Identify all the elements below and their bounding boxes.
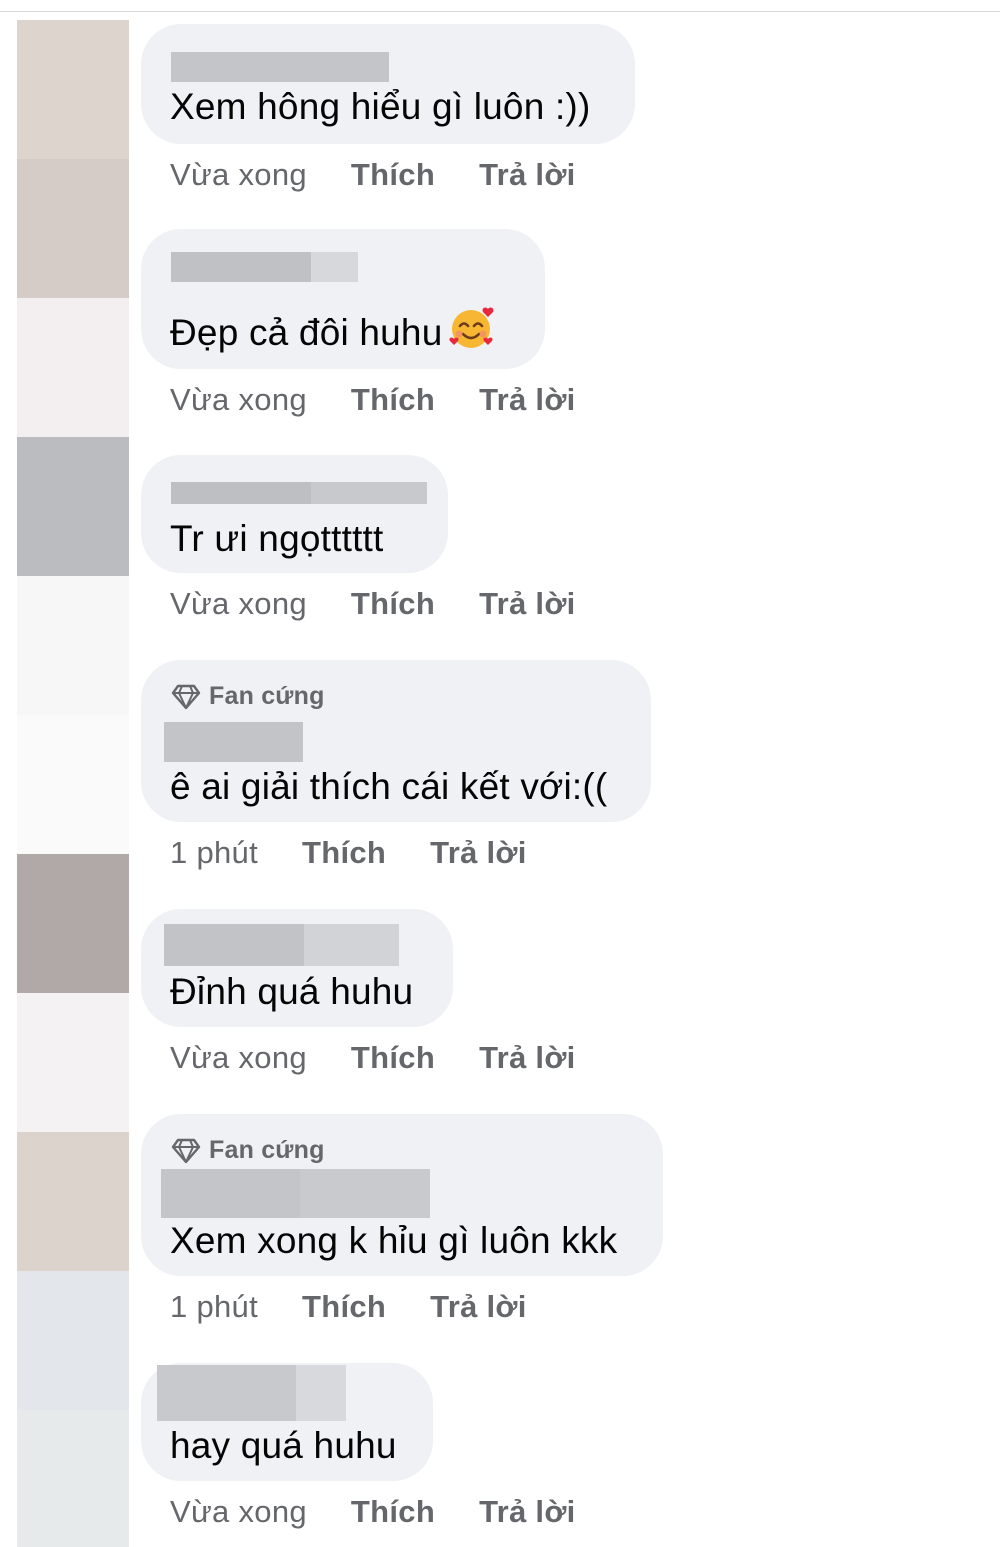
comment-actions: 1 phút Thích Trả lời [170,835,527,871]
comment-text: Đỉnh quá huhu [170,971,414,1012]
comment-time: Vừa xong [170,586,307,621]
comment-text: Xem xong k hỉu gì luôn kkk [170,1220,618,1261]
comment-actions: Vừa xong Thích Trả lời [170,1494,576,1530]
reply-button[interactable]: Trả lời [479,1494,576,1530]
comment-text-row: Đẹp cả đôi huhu [170,305,496,360]
comment-text: Xem hông hiểu gì luôn :)) [170,86,591,127]
like-button[interactable]: Thích [351,382,435,418]
blurred-author-name [161,1169,430,1218]
diamond-icon [171,1138,201,1163]
comment-bubble[interactable]: Fan cứng Xem xong k hỉu gì luôn kkk [141,1114,663,1276]
comment-bubble[interactable]: hay quá huhu [141,1363,433,1481]
comment-actions: Vừa xong Thích Trả lời [170,1040,576,1076]
avatar-blur-block [17,854,129,993]
comment-item: Xem hông hiểu gì luôn :)) Vừa xong Thích… [141,24,635,192]
blurred-author-name [164,924,399,966]
comment-item: Đẹp cả đôi huhu Vừa xong Thích Trả lời [141,229,575,417]
comment-time: Vừa xong [170,1494,307,1529]
comment-text: Tr ưi ngọtttttt [170,518,384,559]
blurred-author-name [171,52,389,82]
blurred-author-name [157,1365,346,1421]
comment-actions: Vừa xong Thích Trả lời [170,586,576,622]
like-button[interactable]: Thích [351,1494,435,1530]
avatar-blur-block [17,1410,129,1547]
comment-item: hay quá huhu Vừa xong Thích Trả lời [141,1363,575,1529]
comment-item: Fan cứng Xem xong k hỉu gì luôn kkk 1 ph… [141,1114,663,1324]
reply-button[interactable]: Trả lời [479,1040,576,1076]
comment-text: Đẹp cả đôi huhu [170,312,443,353]
comment-time: Vừa xong [170,382,307,417]
avatar-blur-block [17,1271,129,1410]
comment-time: Vừa xong [170,1040,307,1075]
comment-item: Đỉnh quá huhu Vừa xong Thích Trả lời [141,909,575,1075]
like-button[interactable]: Thích [302,835,386,871]
comment-bubble[interactable]: Đỉnh quá huhu [141,909,453,1027]
like-button[interactable]: Thích [302,1289,386,1325]
blurred-avatar-column [17,20,129,1547]
comment-text: ê ai giải thích cái kết với:(( [170,766,608,807]
avatar-blur-block [17,298,129,437]
reply-button[interactable]: Trả lời [479,586,576,622]
avatar-blur-block [17,1132,129,1271]
avatar-blur-block [17,715,129,854]
comment-bubble[interactable]: Đẹp cả đôi huhu [141,229,545,369]
blurred-author-name [171,482,427,504]
smiling-face-with-hearts-emoji [448,305,496,360]
comment-actions: 1 phút Thích Trả lời [170,1289,527,1325]
diamond-icon [171,684,201,709]
comment-bubble[interactable]: Tr ưi ngọtttttt [141,455,448,573]
avatar-blur-block [17,993,129,1132]
fan-badge: Fan cứng [171,682,325,711]
comment-bubble[interactable]: Xem hông hiểu gì luôn :)) [141,24,635,144]
comment-actions: Vừa xong Thích Trả lời [170,382,576,418]
comment-time: 1 phút [170,835,258,870]
fan-badge-label: Fan cứng [209,1136,325,1164]
comment-time: Vừa xong [170,157,307,192]
comment-item: Tr ưi ngọtttttt Vừa xong Thích Trả lời [141,455,575,621]
comment-item: Fan cứng ê ai giải thích cái kết với:(( … [141,660,651,870]
fan-badge: Fan cứng [171,1136,325,1165]
avatar-blur-block [17,576,129,715]
reply-button[interactable]: Trả lời [479,157,576,193]
avatar-blur-block [17,159,129,298]
like-button[interactable]: Thích [351,1040,435,1076]
top-divider [0,11,1000,12]
blurred-author-name [171,252,358,282]
avatar-blur-block [17,20,129,159]
comment-time: 1 phút [170,1289,258,1324]
comment-actions: Vừa xong Thích Trả lời [170,157,576,193]
comment-text: hay quá huhu [170,1425,397,1466]
comment-bubble[interactable]: Fan cứng ê ai giải thích cái kết với:(( [141,660,651,822]
reply-button[interactable]: Trả lời [430,1289,527,1325]
like-button[interactable]: Thích [351,157,435,193]
fan-badge-label: Fan cứng [209,682,325,710]
like-button[interactable]: Thích [351,586,435,622]
reply-button[interactable]: Trả lời [479,382,576,418]
blurred-author-name [164,722,303,762]
reply-button[interactable]: Trả lời [430,835,527,871]
avatar-blur-block [17,437,129,576]
